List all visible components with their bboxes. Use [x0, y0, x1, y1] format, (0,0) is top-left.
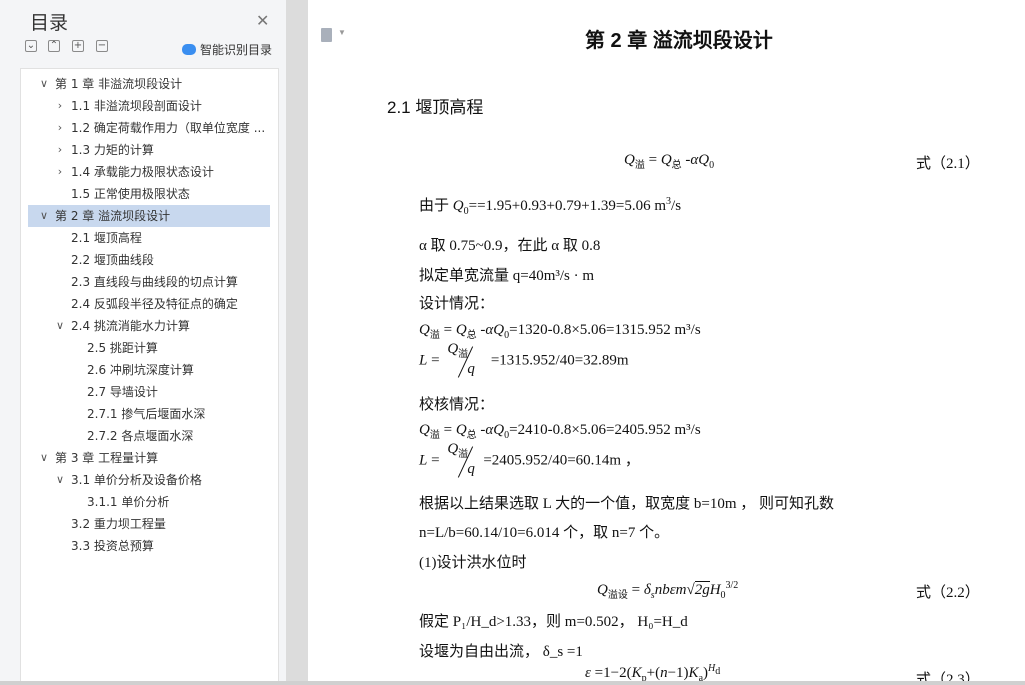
- toc-item[interactable]: 2.2 堰顶曲线段: [28, 249, 270, 271]
- chevron-down-icon[interactable]: ∨: [38, 205, 50, 227]
- robot-icon: [182, 44, 196, 55]
- text-line: 设堰为自由出流， δ_s =1: [419, 644, 583, 660]
- chevron-down-icon[interactable]: ∨: [54, 469, 66, 491]
- text-line: 由于 Q0==1.95+0.93+0.79+1.39=5.06 m3/s: [419, 196, 682, 217]
- toc-item-label: 2.4 挑流消能水力计算: [71, 319, 190, 333]
- text-line: 设计情况：: [419, 296, 495, 312]
- toc-item[interactable]: › 1.4 承载能力极限状态设计: [28, 161, 270, 183]
- toc-item-label: 1.1 非溢流坝段剖面设计: [71, 99, 202, 113]
- toc-item-label: 3.1.1 单价分析: [87, 495, 170, 509]
- text-line: 校核情况：: [419, 397, 495, 413]
- toc-item-label: 2.2 堰顶曲线段: [71, 253, 154, 267]
- toc-item-label: 1.4 承载能力极限状态设计: [71, 165, 214, 179]
- toc-item[interactable]: 2.6 冲刷坑深度计算: [28, 359, 270, 381]
- toc-item[interactable]: 2.7 导墙设计: [28, 381, 270, 403]
- toc-item[interactable]: ∨ 第 2 章 溢流坝段设计: [28, 205, 270, 227]
- toc-list: ∨ 第 1 章 非溢流坝段设计 › 1.1 非溢流坝段剖面设计 › 1.2 确定荷载作用力…: [20, 68, 279, 685]
- add-heading-icon[interactable]: +: [72, 40, 84, 52]
- toc-item-label: 1.2 确定荷载作用力（取单位宽度 ...: [71, 121, 266, 135]
- toc-item[interactable]: ∨ 2.4 挑流消能水力计算: [28, 315, 270, 337]
- toc-item-label: 第 1 章 非溢流坝段设计: [55, 77, 183, 91]
- toc-title: 目录: [30, 12, 69, 34]
- toc-item[interactable]: 2.5 挑距计算: [28, 337, 270, 359]
- text-line: n=L/b=60.14/10=6.014 个，取 n=7 个。: [419, 525, 670, 541]
- toc-item-label: 2.7.2 各点堰面水深: [87, 429, 194, 443]
- toc-item-label: 1.5 正常使用极限状态: [71, 187, 190, 201]
- toc-item[interactable]: ∨ 3.1 单价分析及设备价格: [28, 469, 270, 491]
- toc-item-label: 2.7.1 掺气后堰面水深: [87, 407, 206, 421]
- equation-2-2: Q溢设 = δsnbεm√2gH03/2: [597, 580, 739, 601]
- expand-up-icon[interactable]: ⌃: [48, 40, 60, 52]
- equation-label: 式（2.1）: [916, 156, 980, 172]
- design-flow-equation: Q溢 = Q总 -αQ0=1320-0.8×5.06=1315.952 m³/s: [419, 322, 701, 341]
- toc-item-label: 2.4 反弧段半径及特征点的确定: [71, 297, 238, 311]
- text-line: 根据以上结果选取 L 大的一个值，取宽度 b=10m ， 则可知孔数: [419, 496, 834, 512]
- toc-item-label: 2.5 挑距计算: [87, 341, 158, 355]
- toc-item[interactable]: 2.1 堰顶高程: [28, 227, 270, 249]
- toc-item[interactable]: › 1.3 力矩的计算: [28, 139, 270, 161]
- chevron-down-icon[interactable]: ∨: [38, 73, 50, 95]
- chevron-right-icon[interactable]: ›: [54, 117, 66, 139]
- toc-item[interactable]: ∨ 第 3 章 工程量计算: [28, 447, 270, 469]
- text-line: 假定 P₁/H_d>1.33，则 m=0.502， H₀=H_d: [419, 614, 688, 630]
- text-line: α 取 0.75~0.9，在此 α 取 0.8: [419, 238, 601, 254]
- toc-item[interactable]: 1.5 正常使用极限状态: [28, 183, 270, 205]
- horizontal-scrollbar[interactable]: [0, 681, 1025, 685]
- text-line: (1)设计洪水位时: [419, 555, 527, 571]
- toc-item[interactable]: ∨ 第 1 章 非溢流坝段设计: [28, 73, 270, 95]
- document-page: ▼ 第 2 章 溢流坝段设计 2.1 堰顶高程 Q溢 = Q总 -αQ0 式（2…: [308, 0, 1025, 685]
- remove-heading-icon[interactable]: −: [96, 40, 108, 52]
- toc-item[interactable]: › 1.1 非溢流坝段剖面设计: [28, 95, 270, 117]
- section-title: 2.1 堰顶高程: [387, 98, 484, 117]
- scrollbar[interactable]: [287, 0, 308, 685]
- toc-item-label: 3.1 单价分析及设备价格: [71, 473, 202, 487]
- chevron-right-icon[interactable]: ›: [54, 161, 66, 183]
- check-length-equation: L = Q溢 q =2405.952/40=60.14m ，: [419, 441, 640, 478]
- toc-item[interactable]: › 1.2 确定荷载作用力（取单位宽度 ...: [28, 117, 270, 139]
- toc-item-label: 第 2 章 溢流坝段设计: [55, 209, 171, 223]
- toc-sidebar: 目录 ✕ ⌄ ⌃ + − 智能识别目录 ∨ 第 1 章 非溢流坝段设计 › 1.1 非…: [0, 0, 287, 685]
- check-flow-equation: Q溢 = Q总 -αQ0=2410-0.8×5.06=2405.952 m³/s: [419, 422, 701, 441]
- toc-item-label: 2.1 堰顶高程: [71, 231, 142, 245]
- toc-item-label: 3.3 投资总预算: [71, 539, 154, 553]
- toc-item[interactable]: 3.2 重力坝工程量: [28, 513, 270, 535]
- toc-item[interactable]: 3.3 投资总预算: [28, 535, 270, 557]
- toc-item[interactable]: 2.3 直线段与曲线段的切点计算: [28, 271, 270, 293]
- toc-item-label: 1.3 力矩的计算: [71, 143, 154, 157]
- chevron-down-icon[interactable]: ∨: [38, 447, 50, 469]
- toc-item[interactable]: 2.7.2 各点堰面水深: [28, 425, 270, 447]
- chevron-right-icon[interactable]: ›: [54, 139, 66, 161]
- chevron-right-icon[interactable]: ›: [54, 95, 66, 117]
- chevron-down-icon[interactable]: ▼: [338, 28, 346, 37]
- collapse-all-icon[interactable]: ⌄: [25, 40, 37, 52]
- toc-item-label: 2.7 导墙设计: [87, 385, 158, 399]
- toc-item-label: 3.2 重力坝工程量: [71, 517, 166, 531]
- toc-item-label: 2.6 冲刷坑深度计算: [87, 363, 194, 377]
- smart-toc-button[interactable]: 智能识别目录: [182, 41, 272, 58]
- toc-item-label: 2.3 直线段与曲线段的切点计算: [71, 275, 238, 289]
- chevron-down-icon[interactable]: ∨: [54, 315, 66, 337]
- chapter-title: 第 2 章 溢流坝段设计: [585, 30, 773, 52]
- close-icon[interactable]: ✕: [256, 11, 269, 30]
- toc-item[interactable]: 2.4 反弧段半径及特征点的确定: [28, 293, 270, 315]
- equation-2-1: Q溢 = Q总 -αQ0: [624, 152, 715, 171]
- design-length-equation: L = Q溢 q =1315.952/40=32.89m: [419, 341, 629, 378]
- toc-item-label: 第 3 章 工程量计算: [55, 451, 159, 465]
- toc-item[interactable]: 2.7.1 掺气后堰面水深: [28, 403, 270, 425]
- equation-label: 式（2.2）: [916, 585, 980, 601]
- document-icon[interactable]: [321, 28, 332, 42]
- toc-item[interactable]: 3.1.1 单价分析: [28, 491, 270, 513]
- text-line: 拟定单宽流量 q=40m³/s · m: [419, 268, 595, 284]
- smart-toc-label: 智能识别目录: [200, 43, 273, 57]
